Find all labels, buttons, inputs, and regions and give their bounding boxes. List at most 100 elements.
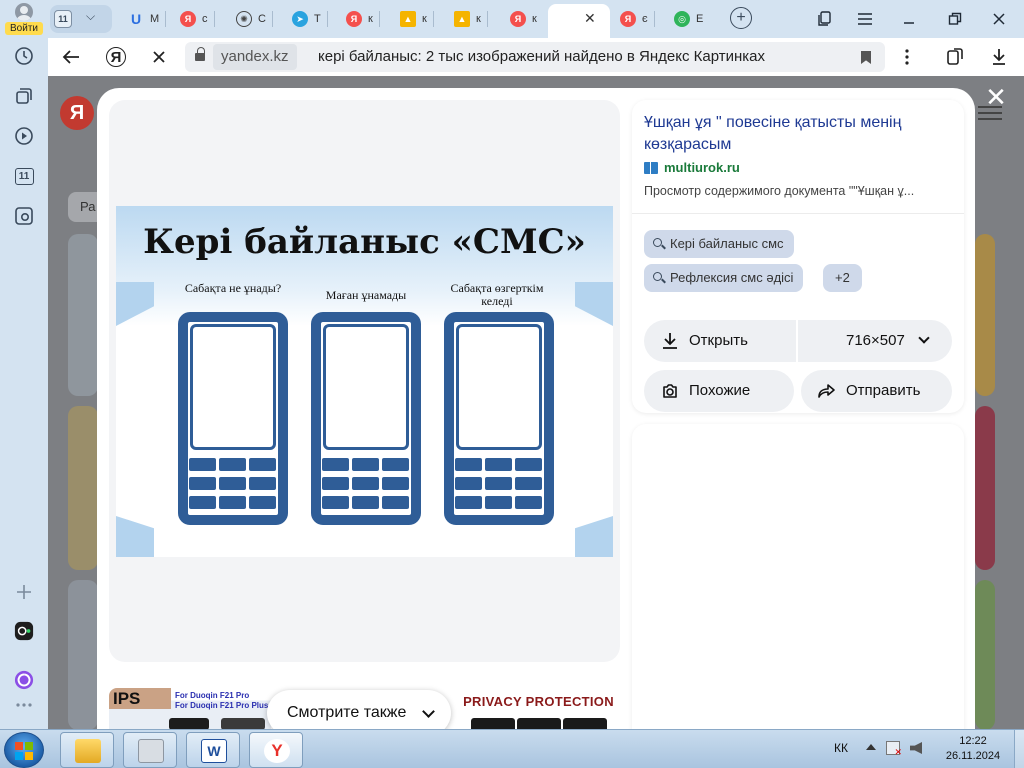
tab-label: к [422, 13, 427, 25]
tab-2[interactable]: Яс [180, 8, 215, 30]
taskbar-yandex-browser[interactable]: Y [249, 732, 303, 768]
tab-6[interactable]: ▲ к [400, 8, 434, 30]
login-label: Войти [5, 22, 43, 35]
tray-expand-icon[interactable] [866, 744, 876, 750]
result-thumbnail[interactable] [68, 234, 98, 396]
tabs-count-button[interactable]: 11 [12, 164, 36, 188]
image-corner-decor [575, 516, 613, 557]
tab-1[interactable]: UM [128, 8, 167, 30]
taskbar-explorer[interactable] [60, 732, 114, 768]
lens-icon [663, 384, 677, 398]
phone-icon [311, 312, 421, 525]
tab-10[interactable]: Яє [620, 8, 655, 30]
share-arrow-icon [818, 384, 835, 398]
tab-label: с [202, 13, 208, 25]
close-tab-icon[interactable]: ✕ [584, 10, 596, 27]
result-thumbnail[interactable] [68, 406, 98, 570]
tab-8[interactable]: Як [510, 8, 537, 30]
tab-7[interactable]: ▲ к [454, 8, 488, 30]
share-button[interactable]: Отправить [801, 370, 952, 412]
image-preview-modal: Кері байланыс «СМС» Сабақта не ұнады? Ма… [97, 88, 975, 729]
camera-app-icon[interactable] [12, 619, 36, 643]
image-title: Кері байланыс «СМС» [143, 222, 586, 262]
image-size-dropdown[interactable]: 716×507 [798, 320, 952, 362]
tab-3[interactable]: ✺ C [236, 8, 273, 30]
close-window-icon[interactable] [988, 8, 1010, 30]
result-thumbnail[interactable] [68, 580, 98, 729]
open-image-button[interactable]: Открыть [644, 320, 796, 362]
tab-favicon-icon: ▲ [454, 11, 470, 27]
more-chips-button[interactable]: +2 [823, 264, 862, 292]
source-site-link[interactable]: multiurok.ru [644, 160, 740, 175]
see-also-thumbnail[interactable]: PRIVACY PROTECTION [457, 688, 620, 729]
bookmark-icon[interactable] [861, 51, 871, 64]
bookmarks-panel-icon[interactable] [814, 8, 836, 30]
yandex-home-button[interactable]: Я [106, 47, 126, 67]
start-button[interactable] [4, 732, 44, 768]
tab-active[interactable]: ✕ [548, 4, 610, 38]
preview-image[interactable]: Кері байланыс «СМС» Сабақта не ұнады? Ма… [116, 206, 613, 557]
lock-icon[interactable] [195, 47, 205, 62]
video-play-icon[interactable] [12, 124, 36, 148]
menu-icon[interactable] [854, 8, 876, 30]
see-also-thumbnail[interactable]: IPS For Duoqin F21 Pro For Duoqin F21 Pro… [109, 688, 271, 729]
tab-group-button[interactable]: 11 ⌵ [50, 5, 112, 33]
download-icon[interactable] [988, 46, 1010, 68]
thumb-caption: PRIVACY PROTECTION [463, 694, 614, 709]
tab-count-icon: 11 [54, 10, 72, 28]
result-thumbnail[interactable] [975, 580, 995, 729]
address-bar[interactable]: yandex.kz кері байланыс: 2 тыс изображен… [185, 42, 885, 72]
address-domain[interactable]: yandex.kz [213, 44, 297, 70]
more-icon[interactable] [12, 698, 36, 712]
stop-loading-button[interactable] [148, 46, 170, 68]
tabs-count-badge: 11 [14, 167, 34, 185]
address-page-title[interactable]: кері байланыс: 2 тыс изображений найдено… [318, 42, 765, 72]
calculator-icon [138, 739, 164, 763]
result-thumbnail[interactable] [975, 406, 995, 570]
system-clock[interactable]: 12:22 26.11.2024 [938, 734, 1008, 764]
back-button[interactable] [60, 46, 82, 68]
show-desktop-button[interactable] [1014, 730, 1024, 768]
chevron-down-icon: ⌵ [86, 9, 96, 23]
source-site-label: multiurok.ru [664, 160, 740, 175]
new-tab-button[interactable]: + [730, 7, 752, 29]
related-search-chip[interactable]: Кері байланыс смс [644, 230, 794, 258]
close-modal-icon[interactable]: ✕ [984, 84, 1008, 110]
add-panel-icon[interactable] [12, 580, 36, 604]
yandex-browser-icon: Y [264, 739, 290, 763]
screenshot-icon[interactable] [12, 204, 36, 228]
share-label: Отправить [846, 382, 921, 399]
volume-icon[interactable] [910, 742, 922, 754]
source-headline-link[interactable]: Ұшқан ұя " повесіне қатысты менің көзқар… [644, 112, 944, 156]
language-indicator[interactable]: КК [834, 741, 848, 755]
search-icon [653, 272, 662, 281]
more-options-icon[interactable] [896, 46, 918, 68]
taskbar-word[interactable]: W [186, 732, 240, 768]
tab-4[interactable]: ➤ T [292, 8, 328, 30]
result-thumbnail[interactable] [975, 234, 995, 396]
similar-images-button[interactable]: Похожие [644, 370, 794, 412]
image-viewer[interactable]: Кері байланыс «СМС» Сабақта не ұнады? Ма… [109, 100, 620, 662]
tab-5[interactable]: Як [346, 8, 380, 30]
history-icon[interactable] [12, 44, 36, 68]
alice-assistant-icon[interactable] [12, 668, 36, 692]
collections-icon[interactable] [12, 84, 36, 108]
tab-favicon-icon: Я [620, 11, 636, 27]
tab-favicon-icon: ➤ [292, 11, 308, 27]
word-icon: W [201, 739, 227, 763]
minimize-icon[interactable] [898, 8, 920, 30]
tab-favicon-icon: Я [346, 11, 362, 27]
restore-icon[interactable] [944, 8, 966, 30]
source-description[interactable]: Просмотр содержимого документа ""Ұшқан ұ… [644, 184, 954, 198]
related-search-chip[interactable]: Рефлексия смс әдісі [644, 264, 804, 292]
action-center-icon[interactable] [886, 741, 902, 758]
tab-label: M [150, 13, 160, 25]
profile-button[interactable]: Войти [5, 2, 43, 36]
tab-11[interactable]: ◎ Е [674, 8, 703, 30]
image-info-card: Ұшқан ұя " повесіне қатысты менің көзқар… [632, 100, 964, 413]
extensions-icon[interactable] [944, 46, 966, 68]
see-also-button[interactable]: Смотрите также [267, 690, 451, 729]
yandex-logo-icon[interactable]: Я [60, 96, 94, 130]
taskbar-calculator[interactable] [123, 732, 177, 768]
tab-favicon-icon: ◎ [674, 11, 690, 27]
